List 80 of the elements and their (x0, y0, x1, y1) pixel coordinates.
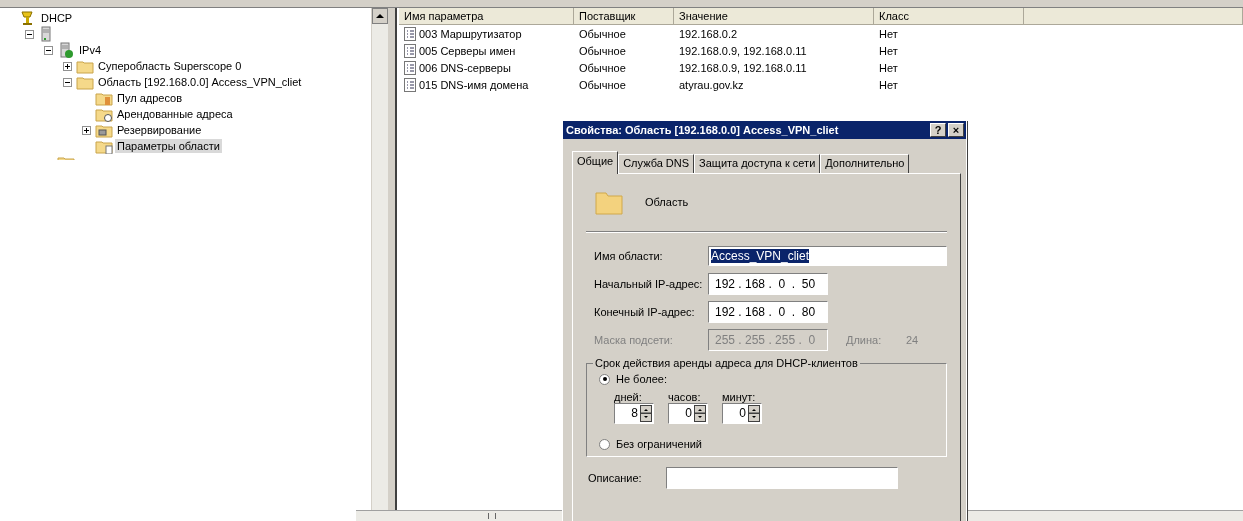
table-cell: 192.168.0.9, 192.168.0.11 (679, 44, 807, 57)
spin-field[interactable]: 8 (614, 403, 654, 424)
folder-book-icon (95, 90, 113, 106)
column-header[interactable]: Значение (674, 8, 874, 25)
folder-icon (76, 58, 94, 74)
table-cell: Обычное (579, 61, 626, 74)
description-field[interactable] (665, 467, 898, 489)
folder-icon (57, 154, 75, 160)
dialog-title: Свойства: Область [192.168.0.0] Access_VPN_cliet (566, 124, 840, 136)
expander-icon[interactable] (44, 45, 53, 55)
column-header[interactable]: Имя параметра (399, 8, 574, 25)
prefix-length-value: 24 (906, 334, 919, 346)
expander-icon[interactable] (63, 77, 72, 87)
field-label: Описание: (588, 472, 642, 484)
vertical-scrollbar[interactable] (371, 8, 388, 510)
folder-document-icon (95, 138, 113, 154)
close-button[interactable]: × (948, 123, 964, 137)
table-cell: 192.168.0.9, 192.168.0.11 (679, 61, 807, 74)
spin-label: часов: (668, 391, 702, 403)
tab[interactable]: Защита доступа к сети (694, 154, 821, 173)
help-button[interactable]: ? (930, 123, 946, 137)
field-label: Имя области: (594, 250, 664, 262)
spin-arrows-icon[interactable] (748, 405, 760, 422)
radio-option[interactable]: Не более: (599, 371, 936, 387)
field-label: Начальный IP-адрес: (594, 278, 704, 290)
table-cell: Нет (879, 27, 898, 40)
tree-item[interactable]: Параметры области (115, 139, 222, 153)
column-header[interactable]: Поставщик (574, 8, 674, 25)
server-check-icon (57, 42, 75, 58)
table-cell: Нет (879, 78, 898, 91)
tree-item[interactable]: Область [192.168.0.0] Access_VPN_cliet (96, 75, 304, 89)
spin-arrows-icon[interactable] (640, 405, 652, 422)
tree-item[interactable]: Резервирование (115, 123, 204, 137)
spin-label: минут: (722, 391, 757, 403)
table-cell: Нет (879, 44, 898, 57)
list-document-icon (404, 43, 416, 58)
scope-heading: Область (645, 196, 689, 208)
expander-icon[interactable] (25, 29, 34, 39)
pane-splitter[interactable] (388, 8, 397, 510)
tab[interactable]: Дополнительно (820, 154, 910, 173)
expander-icon[interactable] (82, 125, 91, 135)
ip-address-field[interactable]: 192 . 168 . 0 . 80 (708, 301, 828, 323)
table-cell: Обычное (579, 78, 626, 91)
spin-arrows-icon[interactable] (694, 405, 706, 422)
ip-address-field[interactable]: 192 . 168 . 0 . 50 (708, 273, 828, 295)
table-cell: Обычное (579, 27, 626, 40)
column-header[interactable]: Класс (874, 8, 1024, 25)
table-cell: 003 Маршрутизатор (419, 27, 522, 40)
table-cell: atyrau.gov.kz (679, 78, 744, 91)
tree-item[interactable]: IPv4 (77, 43, 103, 57)
list-document-icon (404, 77, 416, 92)
table-cell: 015 DNS-имя домена (419, 78, 529, 91)
table-cell: Обычное (579, 44, 626, 57)
tree-item[interactable]: Арендованные адреса (115, 107, 235, 121)
folder-icon (595, 189, 623, 215)
folder-clock-icon (95, 106, 113, 122)
scope-name-field[interactable]: Access_VPN_cliet (708, 246, 947, 266)
table-cell: 005 Серверы имен (419, 44, 516, 57)
table-cell: Нет (879, 61, 898, 74)
list-document-icon (404, 60, 416, 75)
field-label: Конечный IP-адрес: (594, 306, 696, 318)
tree-item[interactable]: Пул адресов (115, 91, 184, 105)
spin-field[interactable]: 0 (668, 403, 708, 424)
tab[interactable]: Служба DNS (618, 154, 695, 173)
table-cell: 006 DNS-серверы (419, 61, 511, 74)
spin-field[interactable]: 0 (722, 403, 762, 424)
expander-icon[interactable] (63, 61, 72, 71)
radio-option[interactable]: Без ограничений (599, 436, 936, 452)
field-label: Маска подсети: (594, 334, 674, 346)
tree-item[interactable]: Суперобласть Superscope 0 (96, 59, 244, 73)
folder-grid-icon (95, 122, 113, 138)
prefix-length-label: Длина: (846, 334, 883, 346)
spin-label: дней: (614, 391, 643, 403)
list-document-icon (404, 26, 416, 41)
folder-icon (76, 74, 94, 90)
tree-item[interactable]: DHCP (39, 11, 75, 25)
table-cell: 192.168.0.2 (679, 27, 738, 40)
scroll-up-icon[interactable] (372, 8, 388, 24)
tab[interactable]: Общие (572, 151, 619, 174)
group-title: Срок действия аренды адреса для DHCP-клиентов (594, 357, 859, 369)
